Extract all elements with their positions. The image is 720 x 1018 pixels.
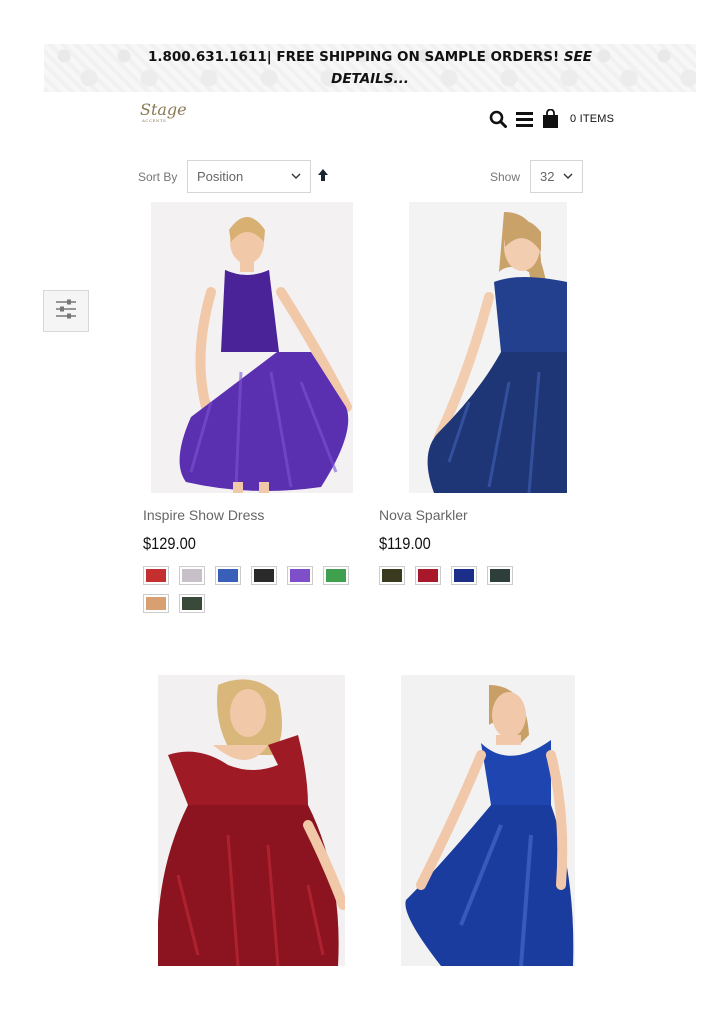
- chevron-down-icon: [562, 170, 574, 185]
- header-actions: 0 ITEMS: [488, 108, 614, 130]
- swatch-color: [382, 569, 402, 582]
- product-price: $129.00: [143, 534, 196, 553]
- product-card[interactable]: Nova Sparkler $119.00: [379, 202, 599, 612]
- swatch-color: [254, 569, 274, 582]
- site-logo[interactable]: Stage ACCENTS: [140, 100, 187, 130]
- swatch-color: [146, 597, 166, 610]
- logo-subtext: ACCENTS: [142, 118, 167, 123]
- swatch-color: [146, 569, 166, 582]
- limiter-select[interactable]: 32: [530, 160, 583, 193]
- product-name[interactable]: Inspire Show Dress: [143, 507, 264, 523]
- color-swatch[interactable]: [251, 566, 277, 585]
- color-swatch[interactable]: [379, 566, 405, 585]
- product-card[interactable]: [379, 675, 599, 975]
- color-swatch[interactable]: [451, 566, 477, 585]
- sort-select[interactable]: Position: [187, 160, 311, 193]
- arrow-up-icon[interactable]: [317, 168, 329, 187]
- color-swatch[interactable]: [415, 566, 441, 585]
- promo-message: FREE SHIPPING ON SAMPLE ORDERS!: [271, 49, 564, 65]
- chevron-down-icon: [290, 170, 302, 185]
- product-price: $119.00: [379, 534, 431, 553]
- swatch-color: [182, 569, 202, 582]
- shopping-bag-icon[interactable]: [540, 108, 560, 130]
- product-name[interactable]: Nova Sparkler: [379, 507, 468, 523]
- swatch-color: [290, 569, 310, 582]
- sort-select-value: Position: [197, 169, 244, 184]
- product-card[interactable]: Inspire Show Dress $129.00: [143, 202, 363, 613]
- product-image[interactable]: [401, 675, 575, 966]
- cart-count[interactable]: 0 ITEMS: [570, 113, 614, 125]
- swatch-color: [182, 597, 202, 610]
- color-swatch[interactable]: [179, 566, 205, 585]
- logo-text: Stage: [140, 100, 187, 119]
- menu-icon[interactable]: [514, 108, 534, 130]
- filter-button[interactable]: [43, 290, 89, 332]
- promo-see-link[interactable]: SEE: [564, 49, 592, 65]
- product-image[interactable]: [151, 202, 353, 493]
- color-swatch[interactable]: [323, 566, 349, 585]
- product-image[interactable]: [409, 202, 567, 493]
- promo-phone[interactable]: 1.800.631.1611: [148, 49, 267, 65]
- sort-by-label: Sort By: [138, 170, 178, 184]
- swatch-color: [454, 569, 474, 582]
- swatch-color: [418, 569, 438, 582]
- color-swatches: [379, 566, 599, 585]
- search-icon[interactable]: [488, 108, 508, 130]
- color-swatches: [143, 566, 363, 613]
- color-swatch[interactable]: [487, 566, 513, 585]
- color-swatch[interactable]: [287, 566, 313, 585]
- filter-sliders-icon: [55, 299, 77, 324]
- promo-details-link[interactable]: DETAILS...: [331, 71, 409, 87]
- swatch-color: [490, 569, 510, 582]
- color-swatch[interactable]: [143, 594, 169, 613]
- show-label: Show: [490, 170, 521, 184]
- color-swatch[interactable]: [143, 566, 169, 585]
- promo-banner[interactable]: 1.800.631.1611| FREE SHIPPING ON SAMPLE …: [44, 44, 696, 92]
- color-swatch[interactable]: [179, 594, 205, 613]
- product-toolbar: Sort By Position Show 32: [138, 160, 584, 194]
- color-swatch[interactable]: [215, 566, 241, 585]
- limiter-select-value: 32: [540, 169, 555, 184]
- product-image[interactable]: [158, 675, 345, 966]
- product-card[interactable]: [143, 675, 363, 975]
- swatch-color: [218, 569, 238, 582]
- swatch-color: [326, 569, 346, 582]
